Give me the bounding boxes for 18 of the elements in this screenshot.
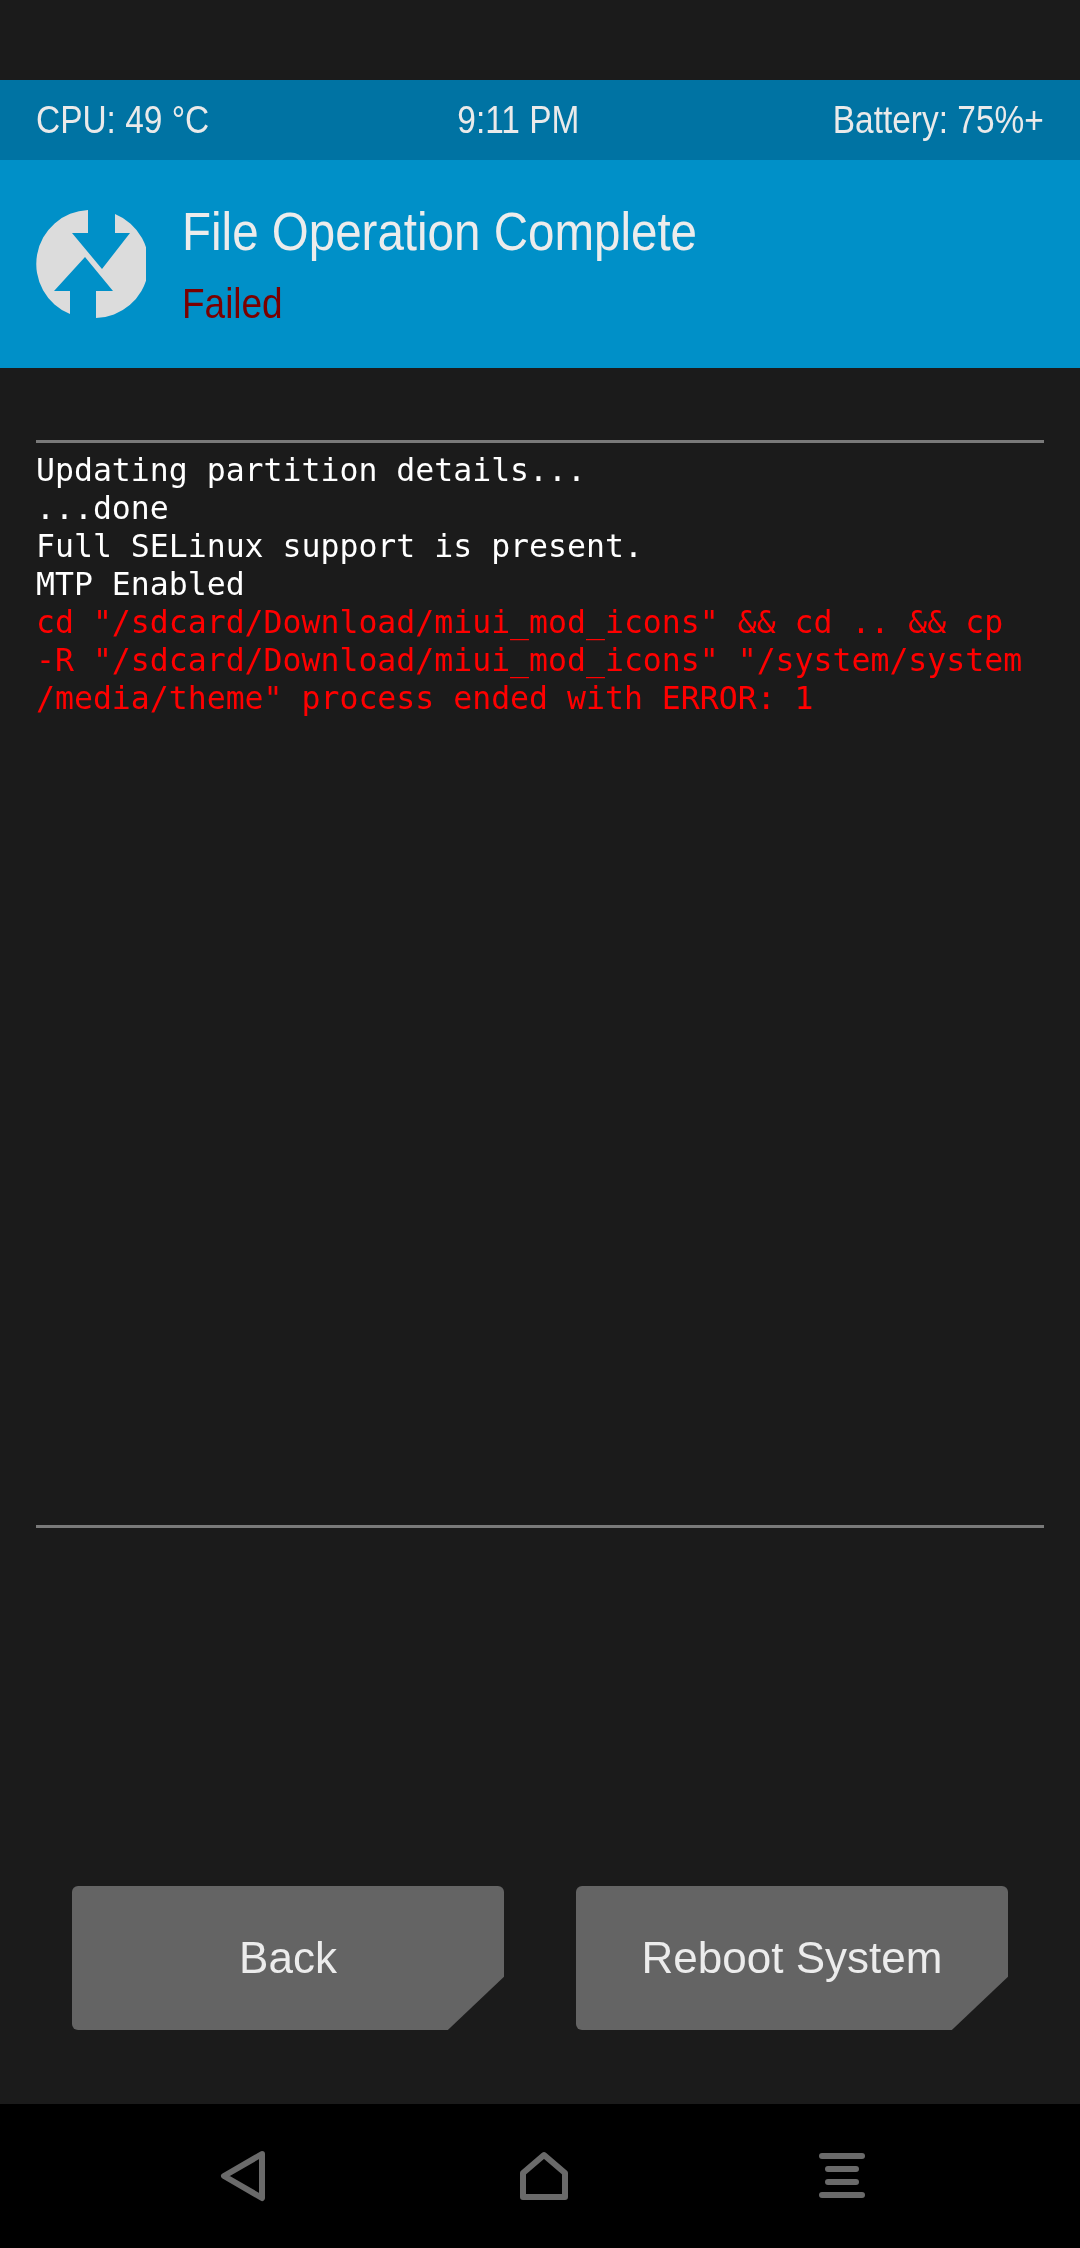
console-line: Updating partition details... [36,451,587,489]
operation-status: Failed [182,280,284,328]
console-line: -R "/sdcard/Download/miui_mod_icons" "/system/system [36,641,1024,679]
console-line: ...done [36,489,170,527]
home-icon[interactable] [518,2151,569,2201]
console-line: /media/theme" process ended with ERROR: 1 [36,679,815,717]
cpu-temperature: CPU: 49 °C [36,98,210,142]
logo-icon [36,209,146,319]
clock: 9:11 PM [457,98,580,142]
action-button[interactable]: Reboot System [576,1886,1008,2030]
battery-level: Battery: 75%+ [833,98,1044,142]
console-line: MTP Enabled [36,565,246,603]
console-line: cd "/sdcard/Download/miui_mod_icons" && cd .. && cp [36,603,1005,641]
screen-title: File Operation Complete [182,200,698,262]
console-line: Full SELinux support is present. [36,527,644,565]
back-icon[interactable] [218,2150,268,2202]
action-button[interactable]: Back [72,1886,504,2030]
menu-icon[interactable] [819,2152,865,2200]
